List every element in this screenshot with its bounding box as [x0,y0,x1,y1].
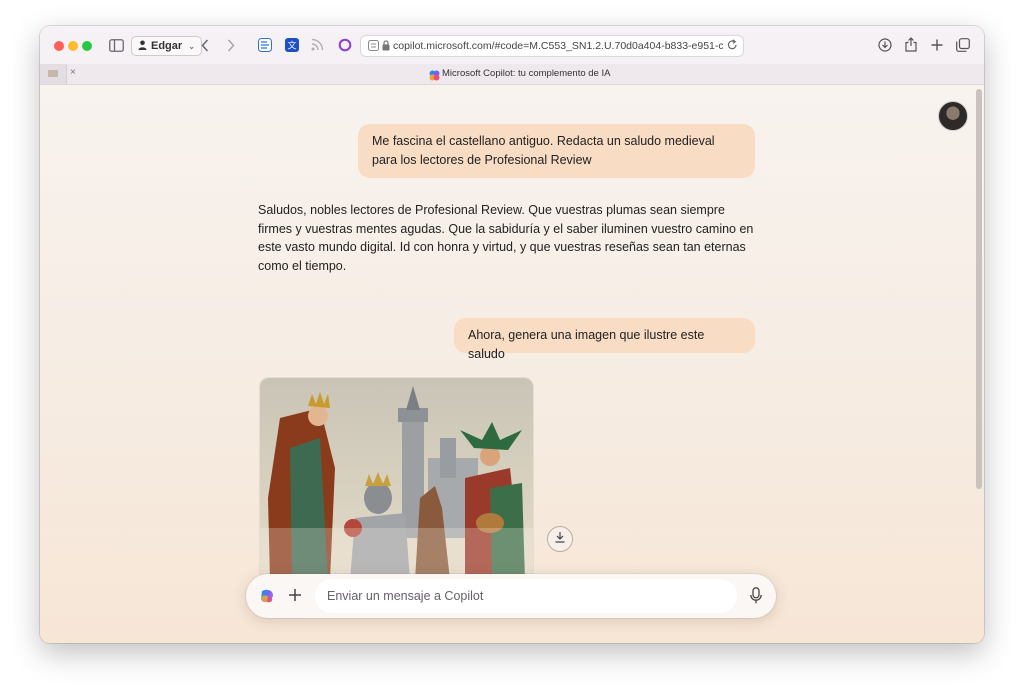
user-message-1: Me fascina el castellano antiguo. Redact… [358,124,755,178]
back-button[interactable] [198,36,212,54]
active-tab-title[interactable]: Microsoft Copilot: tu complemento de IA [442,68,610,79]
reload-icon[interactable] [727,39,738,54]
tab-bar: × Microsoft Copilot: tu complemento de I… [40,64,984,85]
zoom-window-button[interactable] [82,41,92,51]
tab-overview-icon[interactable] [955,37,970,52]
extension-translate-icon[interactable]: 文 [284,37,299,52]
profile-switcher[interactable]: Edgar ⌄ [131,36,202,56]
generated-image[interactable] [259,377,534,581]
user-message-text: Ahora, genera una imagen que ilustre est… [468,328,705,361]
browser-toolbar: Edgar ⌄ 文 copilot.microsoft.com/#code=M.… [40,26,984,65]
svg-text:文: 文 [287,39,296,51]
avatar[interactable] [938,101,968,131]
share-icon[interactable] [903,36,918,52]
forward-button[interactable] [224,36,238,54]
scrollbar[interactable] [976,89,982,489]
close-tab-icon[interactable]: × [70,67,76,78]
pinned-tab-favicon-icon [48,70,58,77]
microphone-button[interactable] [750,587,762,609]
chevron-down-icon: ⌄ [188,41,195,51]
message-composer [246,574,776,618]
address-bar[interactable]: copilot.microsoft.com/#code=M.C553_SN1.2… [360,35,744,57]
user-message-text: Me fascina el castellano antiguo. Redact… [372,134,715,167]
extension-ring-icon[interactable] [337,37,352,52]
download-image-button[interactable] [547,526,573,552]
minimize-window-button[interactable] [68,41,78,51]
add-attachment-button[interactable] [288,588,302,607]
close-window-button[interactable] [54,41,64,51]
copilot-favicon-icon [429,68,440,86]
person-icon [138,40,147,53]
user-message-2: Ahora, genera una imagen que ilustre est… [454,318,755,361]
extension-reader-icon[interactable] [257,37,272,52]
profile-name: Edgar [151,40,183,52]
assistant-message: Saludos, nobles lectores de Profesional … [258,203,754,273]
url-text: copilot.microsoft.com/#code=M.C553_SN1.2… [393,40,723,52]
sidebar-toggle-icon[interactable] [108,37,124,53]
pinned-tab[interactable] [40,64,67,84]
download-icon [554,530,566,548]
browser-window: Edgar ⌄ 文 copilot.microsoft.com/#code=M.… [40,26,984,643]
copilot-page: Me fascina el castellano antiguo. Redact… [40,85,984,643]
page-settings-icon[interactable] [368,40,379,54]
lock-icon [382,40,390,54]
rss-feed-icon[interactable] [310,37,325,52]
copilot-logo-icon[interactable] [259,588,275,609]
new-tab-icon[interactable] [929,37,944,52]
message-input[interactable] [315,579,737,613]
downloads-icon[interactable] [877,37,892,52]
